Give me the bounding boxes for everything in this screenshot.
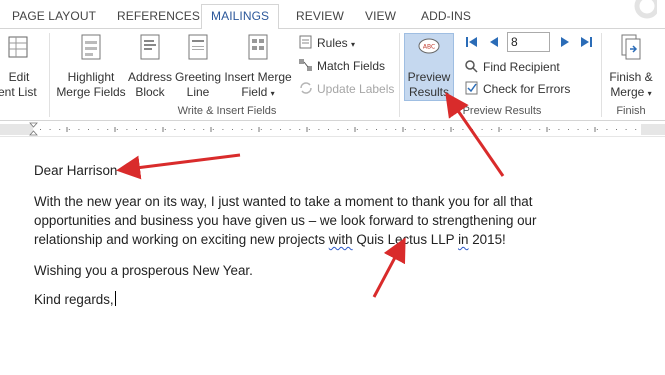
highlight-merge-fields-button[interactable]: Highlight Merge Fields: [56, 33, 126, 100]
greeting-line-icon: [188, 34, 208, 60]
address-label-line1: Address: [127, 70, 173, 84]
greeting-label-line2: Line: [186, 85, 210, 99]
insert-merge-field-button[interactable]: Insert Merge Field ▾: [223, 33, 293, 101]
closing-text: Kind regards,: [34, 291, 116, 307]
preview-abc-icon: ABC: [418, 38, 440, 54]
account-icon: [634, 0, 657, 19]
svg-text:ABC: ABC: [423, 44, 435, 51]
highlight-label-line2: Merge Fields: [56, 85, 126, 99]
ruler-ticks: [0, 122, 665, 136]
record-number-input[interactable]: 8: [507, 32, 550, 52]
body-line-1: With the new year on its way, I just wan…: [34, 194, 533, 209]
body-line-3: relationship and working on exciting new…: [34, 232, 506, 247]
dropdown-arrow-icon: ▾: [270, 89, 275, 98]
finish-merge-icon: [621, 34, 641, 60]
match-fields-icon: [299, 59, 312, 71]
tab-add-ins[interactable]: ADD-INS: [421, 9, 471, 23]
match-fields-button[interactable]: Match Fields: [298, 56, 385, 76]
tab-references[interactable]: REFERENCES: [117, 9, 200, 23]
previous-record-icon: [490, 37, 498, 47]
preview-label-line2: Results: [408, 85, 449, 99]
address-label-line2: Block: [135, 85, 165, 99]
rules-icon: [299, 35, 312, 49]
ribbon-tab-bar: PAGE LAYOUT REFERENCES MAILINGS REVIEW V…: [0, 0, 665, 30]
company-name-field: Quis Lectus LLP: [356, 232, 455, 247]
edit-recipient-label-line1: Edit: [8, 70, 30, 84]
ribbon-separator: [399, 33, 400, 117]
find-recipient-button[interactable]: Find Recipient: [464, 57, 560, 77]
ribbon-separator: [49, 33, 50, 117]
horizontal-ruler[interactable]: [0, 122, 665, 137]
next-record-button[interactable]: [558, 35, 572, 49]
dropdown-arrow-icon: ▾: [351, 40, 356, 49]
first-record-button[interactable]: [465, 35, 479, 49]
spell-flag-in: in: [458, 232, 469, 247]
dropdown-arrow-icon: ▾: [647, 89, 652, 98]
wishing-text: Wishing you a prosperous New Year.: [34, 263, 253, 278]
insert-merge-label-line2: Field ▾: [241, 85, 275, 99]
spell-flag-with: with: [328, 232, 353, 247]
preview-results-button[interactable]: ABC Preview Results: [404, 33, 454, 100]
group-label-finish: Finish: [616, 105, 646, 117]
text-cursor: [114, 291, 116, 306]
find-recipient-icon: [465, 60, 478, 73]
greeting-label-line1: Greeting: [174, 70, 222, 84]
previous-record-button[interactable]: [487, 35, 501, 49]
next-record-icon: [561, 37, 569, 47]
ribbon: Edit ient List Highlight Merge Fields Ad…: [0, 29, 665, 121]
tab-mailings[interactable]: MAILINGS: [201, 4, 280, 30]
last-record-button[interactable]: [579, 35, 593, 49]
check-errors-icon: [465, 81, 478, 95]
preview-label-line1: Preview: [407, 70, 451, 84]
tab-review[interactable]: REVIEW: [296, 9, 344, 23]
group-label-write-insert: Write & Insert Fields: [177, 105, 277, 117]
finish-label-line2: Merge ▾: [610, 85, 652, 99]
first-record-icon: [466, 37, 477, 47]
update-labels-button[interactable]: Update Labels: [298, 79, 394, 99]
last-record-icon: [581, 37, 592, 47]
insert-merge-label-line1: Insert Merge: [224, 70, 292, 84]
address-block-button[interactable]: Address Block: [127, 33, 173, 100]
edit-recipient-list-button[interactable]: Edit ient List: [0, 33, 42, 100]
rules-button[interactable]: Rules ▾: [298, 33, 355, 53]
edit-recipient-label-line2: ient List: [0, 85, 37, 99]
update-labels-icon: [300, 82, 312, 94]
finish-merge-button[interactable]: Finish & Merge ▾: [605, 33, 657, 101]
greeting-line-button[interactable]: Greeting Line: [174, 33, 222, 100]
greeting-text: Dear Harrison: [34, 163, 118, 178]
recipient-list-icon: [8, 36, 28, 58]
address-block-icon: [140, 34, 160, 60]
tab-view[interactable]: VIEW: [365, 9, 396, 23]
highlight-label-line1: Highlight: [67, 70, 115, 84]
group-label-preview-results: Preview Results: [462, 105, 542, 117]
insert-merge-field-icon: [248, 34, 268, 60]
tab-page-layout[interactable]: PAGE LAYOUT: [12, 9, 96, 23]
body-line-2: opportunities and business you have give…: [34, 213, 537, 228]
finish-label-line1: Finish &: [609, 70, 653, 84]
check-for-errors-button[interactable]: Check for Errors: [464, 79, 570, 99]
document-page[interactable]: Dear Harrison With the new year on its w…: [0, 137, 665, 375]
highlight-fields-icon: [81, 34, 101, 60]
